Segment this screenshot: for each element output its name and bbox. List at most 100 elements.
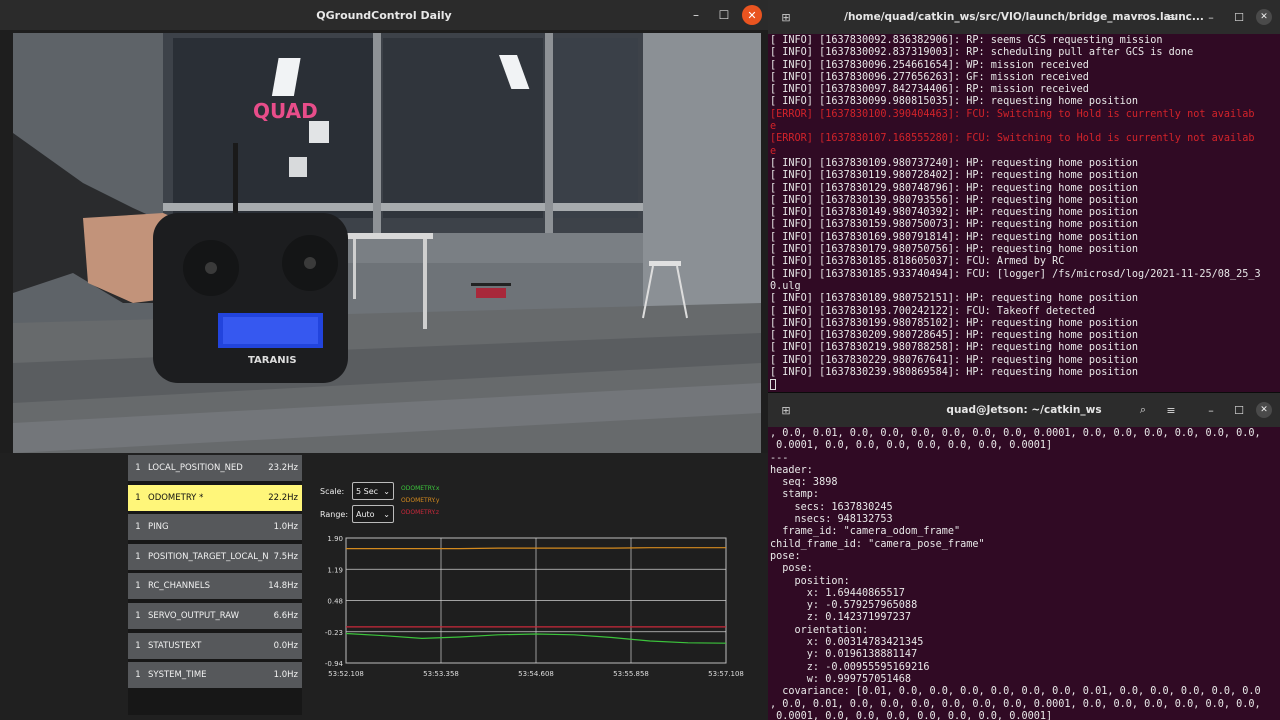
- message-name: SYSTEM_TIME: [148, 670, 207, 681]
- terminal-line: [ INFO] [1637830185.818605037]: FCU: Arm…: [770, 256, 1065, 268]
- terminal-line: [ INFO] [1637830099.980815035]: HP: requ…: [770, 96, 1139, 108]
- message-sysid: 1: [135, 522, 141, 533]
- terminal-line: child_frame_id: "camera_pose_frame": [770, 538, 985, 550]
- terminal-line: z: -0.00955595169216: [770, 661, 930, 673]
- search-icon[interactable]: ⌕: [1132, 400, 1154, 420]
- menu-icon[interactable]: ≡: [1160, 7, 1182, 27]
- minimize-button[interactable]: –: [1200, 400, 1222, 420]
- terminal-line: [ INFO] [1637830219.980788258]: HP: requ…: [770, 342, 1139, 354]
- terminal-line: e: [770, 121, 777, 133]
- terminal-line: [ERROR] [1637830100.390404463]: FCU: Swi…: [770, 108, 1255, 120]
- mavlink-inspector: 1 LOCAL_POSITION_NED 23.2Hz 1 ODOMETRY * 22.2…: [0, 453, 768, 720]
- terminal-line: [ INFO] [1637830209.980728645]: HP: requ…: [770, 330, 1139, 342]
- chevron-down-icon: ⌄: [383, 509, 390, 519]
- terminal-line: nsecs: 948132753: [770, 514, 893, 526]
- scale-dropdown[interactable]: 5 Sec ⌄: [352, 482, 394, 500]
- terminal-line: ---: [770, 452, 789, 464]
- menu-icon[interactable]: ≡: [1160, 400, 1182, 420]
- terminal-line: [ INFO] [1637830109.980737240]: HP: requ…: [770, 157, 1139, 169]
- terminal-line: [ INFO] [1637830179.980750756]: HP: requ…: [770, 244, 1139, 256]
- terminal-line: [ INFO] [1637830169.980791814]: HP: requ…: [770, 231, 1139, 243]
- terminal-line: [ INFO] [1637830092.837319003]: RP: sche…: [770, 47, 1194, 59]
- range-label: Range:: [320, 509, 349, 519]
- terminal-line: , 0.0, 0.01, 0.0, 0.0, 0.0, 0.0, 0.0, 0.…: [770, 428, 1261, 439]
- terminal-window-mavros: ⊞ /home/quad/catkin_ws/src/VIO/launch/br…: [768, 0, 1280, 392]
- terminal-line: [ INFO] [1637830239.980869584]: HP: requ…: [770, 367, 1139, 379]
- legend-entry[interactable]: ODOMETRY.z: [401, 507, 439, 519]
- terminal-line: header:: [770, 464, 813, 476]
- terminal-line: [ INFO] [1637830229.980767641]: HP: requ…: [770, 354, 1139, 366]
- terminal-line: pose:: [770, 563, 813, 575]
- message-name: POSITION_TARGET_LOCAL_NED: [148, 551, 268, 562]
- range-dropdown[interactable]: Auto ⌄: [352, 505, 394, 523]
- video-stream[interactable]: QUAD TARANIS: [13, 33, 761, 453]
- y-tick-label: -0.23: [325, 629, 343, 637]
- terminal-titlebar[interactable]: ⊞ /home/quad/catkin_ws/src/VIO/launch/br…: [768, 0, 1280, 34]
- message-row[interactable]: 1 STATUSTEXT 0.0Hz: [128, 632, 302, 659]
- message-name: ODOMETRY *: [148, 492, 204, 503]
- message-rate: 1.0Hz: [273, 670, 298, 681]
- close-button[interactable]: ✕: [1256, 402, 1272, 418]
- message-rate: 6.6Hz: [273, 610, 298, 621]
- qgc-window-title: QGroundControl Daily: [316, 8, 452, 22]
- terminal-line: [ INFO] [1637830159.980750073]: HP: requ…: [770, 219, 1139, 231]
- terminal-line: secs: 1637830245: [770, 501, 893, 513]
- terminal-cursor: [770, 379, 776, 391]
- terminal-line: z: 0.142371997237: [770, 612, 912, 624]
- quad-logo: QUAD: [253, 99, 318, 123]
- terminal-line: x: 1.69440865517: [770, 587, 905, 599]
- terminal-line: [ INFO] [1637830092.836382906]: RP: seem…: [770, 35, 1163, 46]
- qgc-titlebar[interactable]: QGroundControl Daily – ☐ ✕: [0, 0, 768, 30]
- terminal-line: y: 0.0196138881147: [770, 649, 918, 661]
- new-tab-icon[interactable]: ⊞: [776, 8, 796, 26]
- message-sysid: 1: [135, 492, 141, 503]
- minimize-button[interactable]: –: [1200, 7, 1222, 27]
- new-tab-icon[interactable]: ⊞: [776, 401, 796, 419]
- message-name: STATUSTEXT: [148, 640, 202, 651]
- terminal-line: [ERROR] [1637830107.168555280]: FCU: Swi…: [770, 133, 1255, 145]
- terminal-line: [ INFO] [1637830096.254661654]: WP: miss…: [770, 59, 1089, 71]
- terminal-line: y: -0.579257965088: [770, 600, 918, 612]
- terminal-line: orientation:: [770, 624, 869, 636]
- minimize-button[interactable]: –: [686, 5, 706, 25]
- maximize-button[interactable]: ☐: [1228, 400, 1250, 420]
- message-sysid: 1: [135, 610, 141, 621]
- x-tick-label: 53:54.608: [518, 670, 554, 678]
- terminal-line: seq: 3898: [770, 477, 838, 489]
- terminal-line: [ INFO] [1637830096.277656263]: GF: miss…: [770, 71, 1089, 83]
- message-row[interactable]: 1 POSITION_TARGET_LOCAL_NED 7.5Hz: [128, 543, 302, 570]
- message-row[interactable]: 1 SYSTEM_TIME 1.0Hz: [128, 662, 302, 689]
- legend-entry[interactable]: ODOMETRY.x: [401, 483, 439, 495]
- x-tick-label: 53:55.858: [613, 670, 649, 678]
- terminal-output[interactable]: [ INFO] [1637830092.836382906]: RP: seem…: [768, 34, 1280, 392]
- terminal-output[interactable]: , 0.0, 0.01, 0.0, 0.0, 0.0, 0.0, 0.0, 0.…: [768, 427, 1280, 720]
- terminal-line: covariance: [0.01, 0.0, 0.0, 0.0, 0.0, 0…: [770, 686, 1261, 698]
- desktop: QGroundControl Daily – ☐ ✕ QUAD TARANIS …: [0, 0, 1280, 720]
- message-rate: 22.2Hz: [268, 492, 298, 503]
- message-row[interactable]: 1 ODOMETRY * 22.2Hz: [128, 484, 302, 511]
- y-tick-label: 0.48: [327, 598, 343, 606]
- terminal-titlebar[interactable]: ⊞ quad@Jetson: ~/catkin_ws ⌕ ≡ – ☐ ✕: [768, 393, 1280, 427]
- message-rate: 23.2Hz: [268, 463, 298, 473]
- terminal-window-jetson: ⊞ quad@Jetson: ~/catkin_ws ⌕ ≡ – ☐ ✕ , 0…: [768, 393, 1280, 720]
- maximize-button[interactable]: ☐: [714, 5, 734, 25]
- range-value: Auto: [356, 509, 375, 519]
- terminal-line: 0.0001, 0.0, 0.0, 0.0, 0.0, 0.0, 0.0, 0.…: [770, 710, 1053, 720]
- message-list[interactable]: 1 LOCAL_POSITION_NED 23.2Hz 1 ODOMETRY * 22.2…: [128, 455, 302, 715]
- chart-legend: ODOMETRY.x ODOMETRY.y ODOMETRY.z: [401, 483, 439, 519]
- terminal-line: [ INFO] [1637830129.980748796]: HP: requ…: [770, 182, 1139, 194]
- search-icon[interactable]: ⌕: [1132, 7, 1154, 27]
- maximize-button[interactable]: ☐: [1228, 7, 1250, 27]
- message-row[interactable]: 1 SERVO_OUTPUT_RAW 6.6Hz: [128, 602, 302, 629]
- terminal-line: [ INFO] [1637830185.933740494]: FCU: [lo…: [770, 268, 1261, 280]
- terminal-line: 0.ulg: [770, 280, 801, 292]
- close-button[interactable]: ✕: [1256, 9, 1272, 25]
- message-rate: 14.8Hz: [268, 581, 298, 592]
- radio-brand-label: TARANIS: [248, 355, 297, 366]
- message-row[interactable]: 1 PING 1.0Hz: [128, 514, 302, 541]
- message-row[interactable]: 1 RC_CHANNELS 14.8Hz: [128, 573, 302, 600]
- message-sysid: 1: [135, 581, 141, 592]
- message-row[interactable]: 1 LOCAL_POSITION_NED 23.2Hz: [128, 455, 302, 481]
- legend-entry[interactable]: ODOMETRY.y: [401, 495, 439, 507]
- close-button[interactable]: ✕: [742, 5, 762, 25]
